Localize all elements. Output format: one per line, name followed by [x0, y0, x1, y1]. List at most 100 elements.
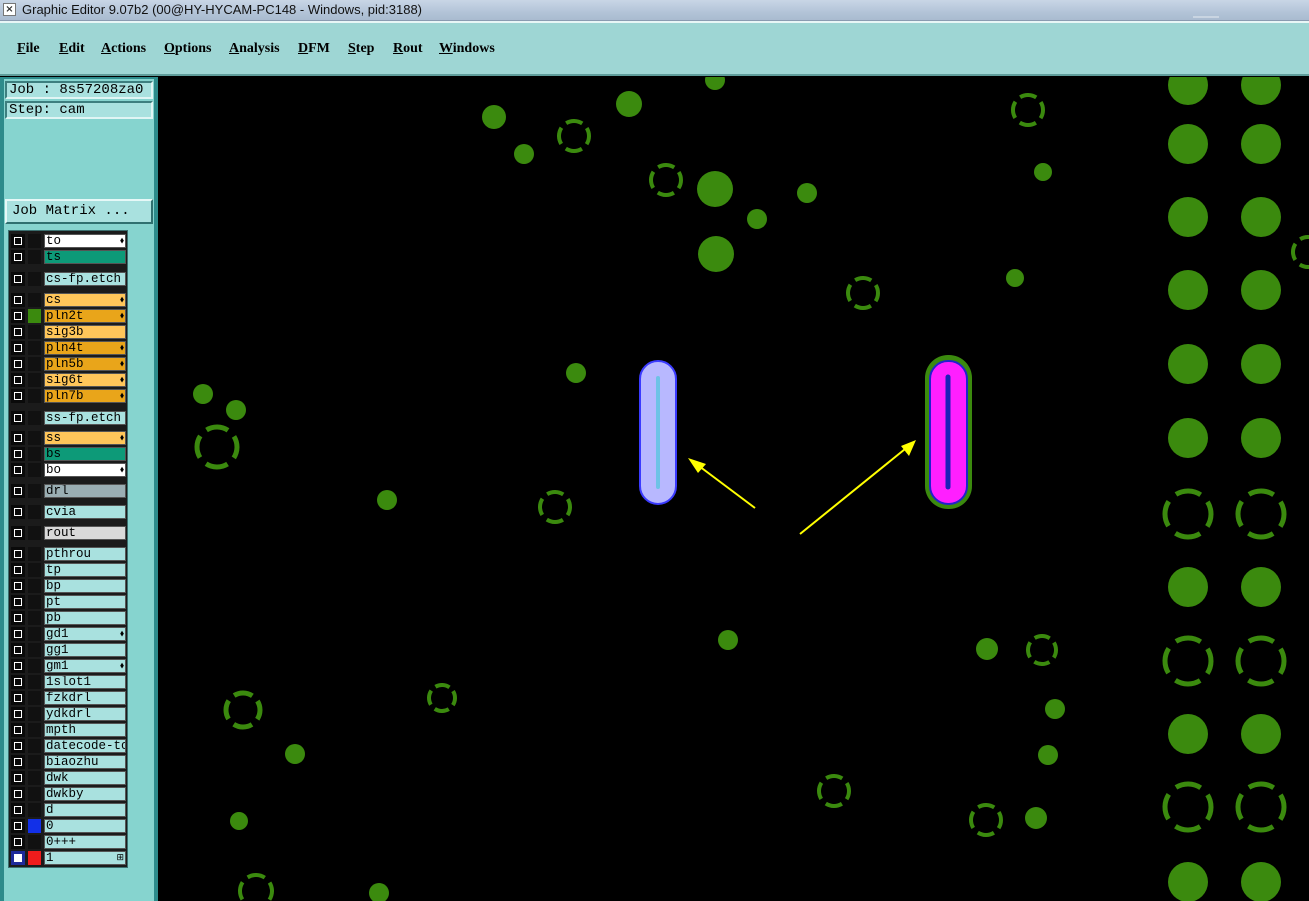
layer-row-pln5b[interactable]: pln5b ⬧	[11, 357, 127, 371]
layer-display-swatch[interactable]	[28, 835, 41, 849]
layer-display-swatch[interactable]	[28, 547, 41, 561]
layer-checkbox[interactable]	[11, 309, 25, 323]
layer-name[interactable]: gg1	[44, 643, 126, 657]
layer-display-swatch[interactable]	[28, 739, 41, 753]
layer-display-swatch[interactable]	[28, 659, 41, 673]
menu-actions[interactable]: Actions	[101, 41, 146, 57]
layer-row-bo[interactable]: bo ⬧	[11, 463, 127, 477]
layer-checkbox[interactable]	[11, 739, 25, 753]
layer-checkbox[interactable]	[11, 250, 25, 264]
layer-checkbox[interactable]	[11, 563, 25, 577]
layer-display-swatch[interactable]	[28, 389, 41, 403]
minimize-button[interactable]	[1193, 2, 1219, 18]
layer-name[interactable]: biaozhu	[44, 755, 126, 769]
layer-display-swatch[interactable]	[28, 447, 41, 461]
layer-name[interactable]: 0	[44, 819, 126, 833]
layer-name[interactable]: cs-fp.etch	[44, 272, 126, 286]
layer-display-swatch[interactable]	[28, 484, 41, 498]
layer-checkbox[interactable]	[11, 325, 25, 339]
layer-row-fzkdrl[interactable]: fzkdrl	[11, 691, 127, 705]
layer-display-swatch[interactable]	[28, 411, 41, 425]
layer-name[interactable]: ts	[44, 250, 126, 264]
layer-name[interactable]: ss-fp.etch	[44, 411, 126, 425]
layer-row-mpth[interactable]: mpth	[11, 723, 127, 737]
layer-checkbox[interactable]	[11, 526, 25, 540]
layer-name[interactable]: d	[44, 803, 126, 817]
layer-name[interactable]: ydkdrl	[44, 707, 126, 721]
job-matrix-button[interactable]: Job Matrix ...	[5, 199, 153, 224]
layer-display-swatch[interactable]	[28, 675, 41, 689]
layer-display-swatch[interactable]	[28, 272, 41, 286]
layer-checkbox[interactable]	[11, 547, 25, 561]
layer-name[interactable]: cvia	[44, 505, 126, 519]
layer-name[interactable]: rout	[44, 526, 126, 540]
layer-name[interactable]: bs	[44, 447, 126, 461]
layer-row-0+++[interactable]: 0+++	[11, 835, 127, 849]
layer-name[interactable]: gd1 ⬧	[44, 627, 126, 641]
layer-name[interactable]: bo ⬧	[44, 463, 126, 477]
layer-name[interactable]: dwk	[44, 771, 126, 785]
layer-row-dwk[interactable]: dwk	[11, 771, 127, 785]
layer-display-swatch[interactable]	[28, 611, 41, 625]
menu-file[interactable]: File	[17, 41, 40, 57]
layer-row-cs-fp.etch[interactable]: cs-fp.etch	[11, 272, 127, 286]
layer-row-d[interactable]: d	[11, 803, 127, 817]
layer-checkbox[interactable]	[11, 643, 25, 657]
layer-name[interactable]: 1 ⊞	[44, 851, 126, 865]
layer-checkbox[interactable]	[11, 234, 25, 248]
layer-checkbox[interactable]	[11, 691, 25, 705]
menu-windows[interactable]: Windows	[439, 41, 495, 57]
layer-row-pln7b[interactable]: pln7b ⬧	[11, 389, 127, 403]
layer-display-swatch[interactable]	[28, 431, 41, 445]
layer-checkbox[interactable]	[11, 389, 25, 403]
layer-name[interactable]: datecode-to	[44, 739, 126, 753]
layer-checkbox[interactable]	[11, 357, 25, 371]
layer-row-sig6t[interactable]: sig6t ⬧	[11, 373, 127, 387]
layer-row-ss-fp.etch[interactable]: ss-fp.etch	[11, 411, 127, 425]
layer-checkbox[interactable]	[11, 411, 25, 425]
layer-display-swatch[interactable]	[28, 325, 41, 339]
menu-rout[interactable]: Rout	[393, 41, 423, 57]
layer-row-0[interactable]: 0	[11, 819, 127, 833]
layer-row-gm1[interactable]: gm1 ⬧	[11, 659, 127, 673]
layer-name[interactable]: 1slot1	[44, 675, 126, 689]
layer-display-swatch[interactable]	[28, 691, 41, 705]
menu-dfm[interactable]: DFM	[298, 41, 330, 57]
layer-row-dwkby[interactable]: dwkby	[11, 787, 127, 801]
layer-checkbox[interactable]	[11, 819, 25, 833]
layer-row-cs[interactable]: cs ⬧	[11, 293, 127, 307]
layer-display-swatch[interactable]	[28, 595, 41, 609]
layer-checkbox[interactable]	[11, 851, 25, 865]
layer-name[interactable]: mpth	[44, 723, 126, 737]
layer-name[interactable]: to ⬧	[44, 234, 126, 248]
layer-checkbox[interactable]	[11, 755, 25, 769]
layer-name[interactable]: pln4t ⬧	[44, 341, 126, 355]
layer-display-swatch[interactable]	[28, 579, 41, 593]
layer-row-tp[interactable]: tp	[11, 563, 127, 577]
layer-display-swatch[interactable]	[28, 563, 41, 577]
layer-display-swatch[interactable]	[28, 755, 41, 769]
layer-checkbox[interactable]	[11, 272, 25, 286]
layer-row-gd1[interactable]: gd1 ⬧	[11, 627, 127, 641]
layer-row-ydkdrl[interactable]: ydkdrl	[11, 707, 127, 721]
layer-display-swatch[interactable]	[28, 373, 41, 387]
layer-checkbox[interactable]	[11, 787, 25, 801]
layer-display-swatch[interactable]	[28, 803, 41, 817]
layer-row-1[interactable]: 1 ⊞	[11, 851, 127, 865]
layer-checkbox[interactable]	[11, 659, 25, 673]
layer-checkbox[interactable]	[11, 835, 25, 849]
layer-name[interactable]: cs ⬧	[44, 293, 126, 307]
layer-checkbox[interactable]	[11, 579, 25, 593]
layer-display-swatch[interactable]	[28, 309, 41, 323]
layer-checkbox[interactable]	[11, 447, 25, 461]
layer-name[interactable]: pthrou	[44, 547, 126, 561]
layer-name[interactable]: sig3b	[44, 325, 126, 339]
layer-row-gg1[interactable]: gg1	[11, 643, 127, 657]
layer-row-pthrou[interactable]: pthrou	[11, 547, 127, 561]
menu-analysis[interactable]: Analysis	[229, 41, 280, 57]
layer-checkbox[interactable]	[11, 723, 25, 737]
layer-row-ss[interactable]: ss ⬧	[11, 431, 127, 445]
layer-checkbox[interactable]	[11, 293, 25, 307]
layer-name[interactable]: pb	[44, 611, 126, 625]
layer-row-1slot1[interactable]: 1slot1	[11, 675, 127, 689]
